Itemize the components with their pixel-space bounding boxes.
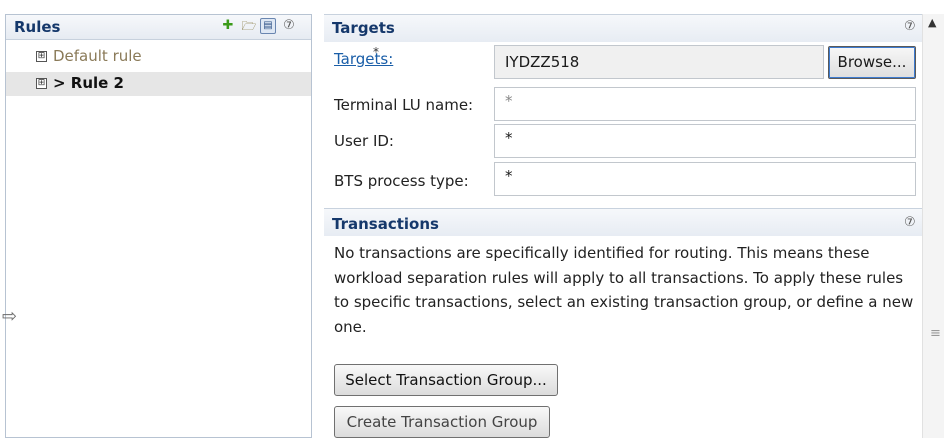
transactions-description: No transactions are specifically identif… xyxy=(334,244,914,336)
transactions-title: Transactions xyxy=(332,215,439,233)
help-icon[interactable]: ⑦ xyxy=(904,19,916,34)
scroll-up-icon[interactable]: ▲ xyxy=(928,16,936,29)
sash-arrow-icon[interactable]: ⇨ xyxy=(2,306,17,327)
required-marker: * xyxy=(373,45,379,59)
user-id-field[interactable]: * xyxy=(494,124,916,158)
rules-title: Rules xyxy=(14,18,61,36)
rules-panel: Rules ✚ 🗁 ▤ ⑦ ⊞ Default rule ⊞ > Rule 2 xyxy=(5,14,312,438)
rule-label: > Rule 2 xyxy=(53,74,124,92)
expand-icon[interactable]: ⊞ xyxy=(36,51,47,62)
rule-item-rule-2[interactable]: ⊞ > Rule 2 xyxy=(6,72,311,96)
help-icon[interactable]: ⑦ xyxy=(904,215,916,230)
bts-process-type-label: BTS process type: xyxy=(334,172,469,190)
scroll-grip-icon[interactable]: ≡ xyxy=(930,326,941,341)
vertical-scrollbar[interactable]: ▲ ≡ xyxy=(922,14,944,438)
create-transaction-group-button[interactable]: Create Transaction Group xyxy=(334,406,550,438)
terminal-lu-label: Terminal LU name: xyxy=(334,96,474,114)
terminal-lu-field[interactable]: * xyxy=(494,87,916,121)
browse-button[interactable]: Browse... xyxy=(828,46,916,79)
expand-icon[interactable]: ⊞ xyxy=(36,78,47,89)
add-rule-icon[interactable]: ✚ xyxy=(220,18,236,34)
targets-field[interactable]: IYDZZ518 xyxy=(494,45,824,79)
rules-header: Rules ✚ 🗁 ▤ ⑦ xyxy=(6,15,311,40)
rule-label: Default rule xyxy=(53,47,142,65)
help-icon[interactable]: ⑦ xyxy=(281,18,297,34)
bts-process-type-field[interactable]: * xyxy=(494,162,916,196)
transactions-section-header[interactable]: Transactions ⑦ xyxy=(324,208,922,236)
rule-item-default[interactable]: ⊞ Default rule xyxy=(6,45,311,69)
user-id-label: User ID: xyxy=(334,132,394,150)
select-transaction-group-button[interactable]: Select Transaction Group... xyxy=(334,364,558,396)
targets-link[interactable]: Targets: xyxy=(334,50,393,68)
toggle-view-icon[interactable]: ▤ xyxy=(260,18,276,34)
folder-icon[interactable]: 🗁 xyxy=(241,18,257,34)
targets-title: Targets xyxy=(332,19,395,37)
targets-section-header[interactable]: Targets ⑦ xyxy=(324,14,922,42)
